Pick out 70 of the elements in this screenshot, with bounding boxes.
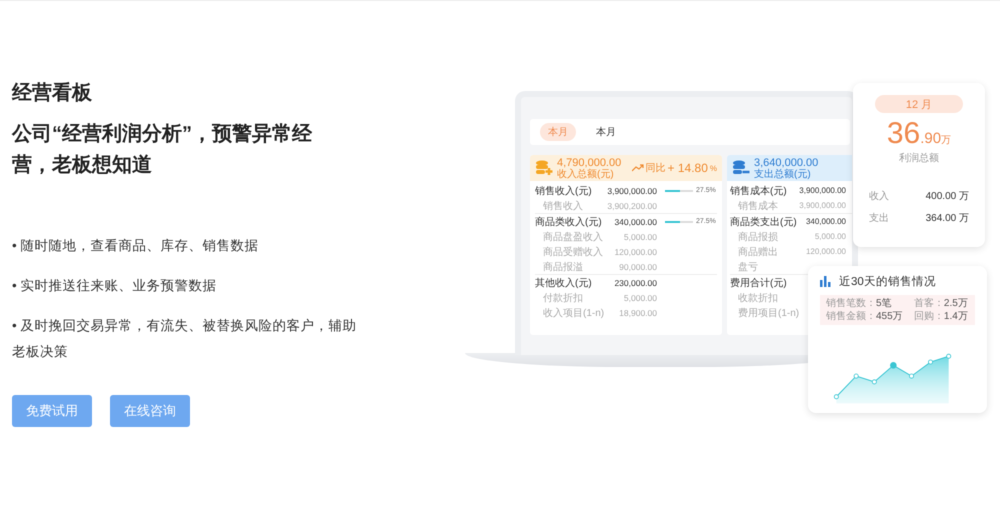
total-amount: 3,640,000.00 [754, 156, 818, 168]
row-value: 90,000.00 [618, 262, 657, 272]
profit-decimals: .90 [920, 130, 942, 147]
profit-unit: 万 [941, 134, 952, 147]
profit-row-value: 400.00 万 [926, 190, 969, 203]
period-tab[interactable]: 本月 [540, 123, 576, 141]
change-label: 同比 [646, 162, 666, 175]
row-value: 3,900,000.00 [798, 201, 846, 210]
profit-caption: 利润总额 [899, 152, 939, 165]
sales-title: 近30天的销售情况 [839, 274, 936, 289]
row-label: 付款折扣 [543, 292, 584, 304]
row-value: 3,900,000.00 [606, 186, 657, 196]
bullet-point: • 及时挽回交易异常，有流失、被替换风险的客户，辅助老板决策 [12, 317, 358, 361]
row-label: 商品报溢 [543, 260, 584, 274]
row-value: 3,900,000.00 [798, 186, 846, 195]
stat-value: 455万 [876, 311, 903, 322]
row-label: 销售成本(元) [730, 184, 788, 198]
headline: 公司“经营利润分析”，预警异常经营，老板想知道 [12, 122, 313, 178]
stat-value: 5笔 [876, 298, 892, 309]
bullet-point: • 实时推送往来账、业务预警数据 [12, 277, 218, 295]
row-value: 5,000.00 [814, 232, 846, 241]
stat-value: 2.5万 [944, 298, 968, 309]
row-value: 5,000.00 [622, 232, 657, 242]
row-label: 销售收入(元) [535, 184, 593, 198]
row-label: 销售收入 [543, 200, 584, 212]
row-label: 商品盘盈收入 [543, 230, 603, 244]
profit-amount: 36 [886, 117, 920, 151]
period-tab[interactable]: 本月 [588, 123, 624, 141]
row-value: 120,000.00 [613, 246, 657, 256]
row-label: 收入项目(1-n) [543, 306, 603, 320]
total-label: 收入总额(元) [557, 168, 615, 180]
row-value: 340,000.00 [804, 217, 846, 226]
profit-row-label: 支出 [869, 212, 889, 225]
row-label: 商品报损 [738, 230, 779, 244]
stat-label: 销售金额： [826, 311, 876, 322]
coins-plus-icon [535, 160, 553, 176]
row-value: 5,000.00 [622, 292, 657, 302]
row-label: 商品赠出 [738, 246, 779, 258]
consult-button[interactable]: 在线咨询 [110, 395, 190, 427]
row-value: 230,000.00 [613, 278, 657, 288]
row-label: 商品类支出(元) [730, 216, 796, 228]
row-value: 340,000.00 [613, 216, 657, 226]
total-label: 支出总额(元) [754, 168, 812, 180]
trend-up-icon [632, 164, 644, 172]
row-value: 18,900.00 [618, 308, 657, 318]
row-label: 商品受赠收入 [543, 246, 603, 258]
stat-value: 1.4万 [944, 311, 968, 322]
row-label: 商品类收入(元) [535, 216, 603, 228]
profit-row-label: 收入 [869, 190, 889, 203]
change-unit: % [710, 164, 717, 172]
total-amount: 4,790,000.00 [557, 156, 622, 168]
stat-label: 回购： [914, 311, 944, 322]
row-value: 120,000.00 [804, 247, 846, 256]
row-label: 费用项目(1-n) [738, 306, 796, 320]
stat-label: 首客： [914, 298, 944, 309]
row-label: 盘亏 [738, 260, 759, 274]
month-label: 12 月 [875, 95, 963, 113]
row-label: 费用合计(元) [730, 276, 788, 290]
change-value: + 14.80 [668, 161, 708, 175]
bar-chart-icon [820, 276, 831, 287]
section-title: 经营看板 [12, 81, 93, 106]
trial-button[interactable]: 免费试用 [12, 395, 92, 427]
coins-minus-icon [732, 160, 750, 176]
row-label: 收款折扣 [738, 292, 779, 304]
profit-row-value: 364.00 万 [926, 212, 969, 225]
bullet-point: • 随时随地，查看商品、库存、销售数据 [12, 237, 260, 255]
row-label: 销售成本 [738, 200, 779, 212]
row-value: 3,900,200.00 [606, 200, 657, 210]
row-label: 其他收入(元) [535, 276, 593, 290]
stat-label: 销售笔数： [826, 298, 876, 309]
